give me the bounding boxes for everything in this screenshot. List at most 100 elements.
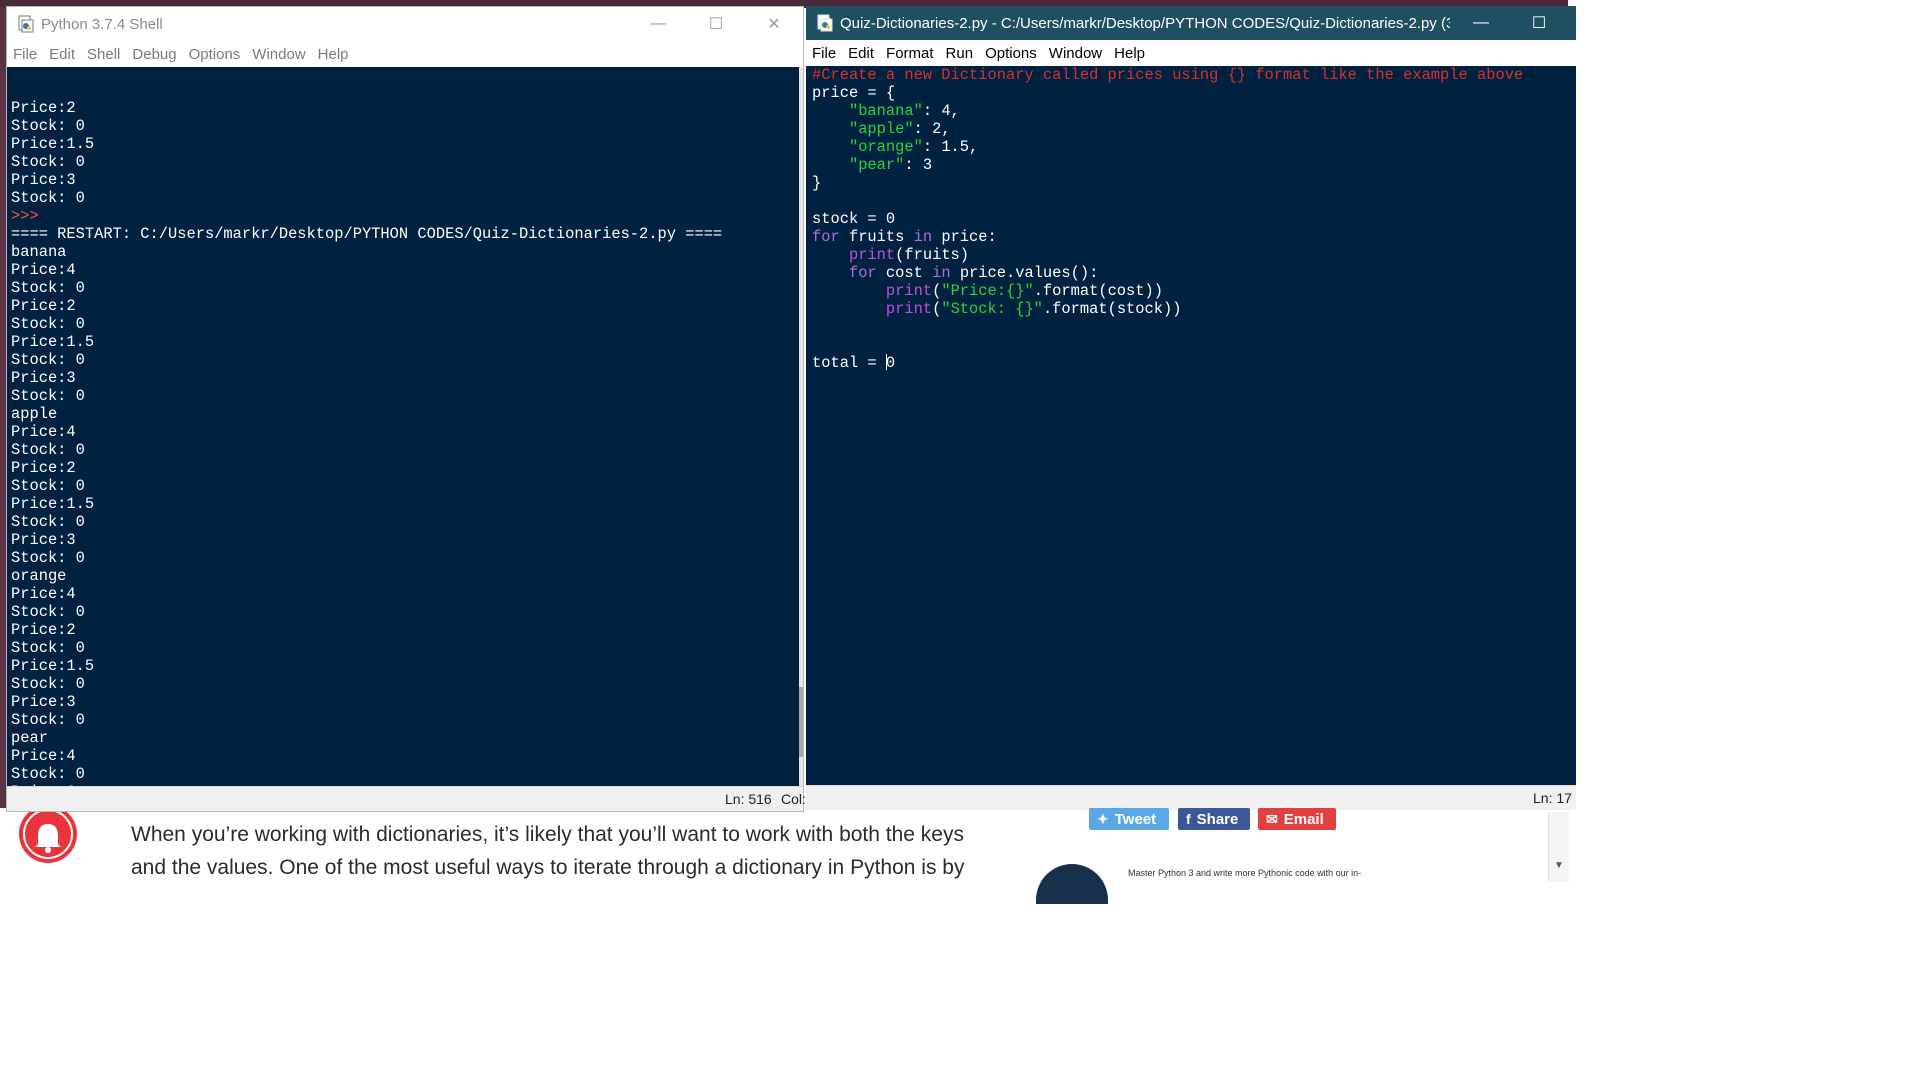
shell-output-line: Stock: 0 [11,549,85,567]
code-text: stock = 0 [812,210,896,228]
email-button[interactable]: ✉ Email [1258,808,1336,830]
email-label: Email [1283,810,1324,828]
menu-options[interactable]: Options [183,46,247,63]
menu-window[interactable]: Window [1043,45,1108,62]
shell-output-line: Price:4 [11,423,76,441]
shell-titlebar[interactable]: Python 3.7.4 Shell — ☐ ✕ [7,7,803,41]
promo-text: Master Python 3 and write more Pythonic … [1128,868,1362,878]
code-line: print("Price:{}".format(cost)) [812,282,1576,300]
python-shell-window[interactable]: Python 3.7.4 Shell — ☐ ✕ File Edit Shell… [6,6,806,812]
code-line: price = { [812,84,1576,102]
shell-output-line: Stock: 0 [11,441,85,459]
promo-avatar [1036,864,1108,904]
python-file-icon [817,14,833,32]
shell-output-line: Stock: 0 [11,477,85,495]
menu-run[interactable]: Run [940,45,980,62]
minimize-button[interactable]: — [629,7,687,41]
maximize-button[interactable]: ☐ [687,7,745,41]
editor-status-line: Ln: 17 [1533,790,1572,806]
code-text: (fruits) [895,246,970,264]
editor-title: Quiz-Dictionaries-2.py - C:/Users/markr/… [840,14,1450,32]
notification-bell-icon[interactable] [18,812,78,864]
code-text: } [812,174,822,192]
shell-output-line: Price:2 [11,99,76,117]
shell-status-line: Ln: 516 [725,791,772,807]
tweet-button[interactable]: ✦ Tweet [1089,808,1169,830]
minimize-button[interactable]: — [1452,6,1510,40]
page-scrollbar[interactable]: ▼ [1548,812,1569,882]
code-text: .format(stock)) [1042,300,1182,318]
code-text: fruits [839,228,914,246]
shell-status-col: Col: [781,791,806,807]
shell-menubar: File Edit Shell Debug Options Window Hel… [7,41,803,67]
code-comment: #Create a new Dictionary called prices u… [812,66,1524,84]
code-line: } [812,174,1576,192]
menu-file[interactable]: File [7,46,43,63]
shell-output-line: Price:1.5 [11,333,95,351]
menu-debug[interactable]: Debug [126,46,182,63]
code-line: "apple": 2, [812,120,1576,138]
shell-output-line: Stock: 0 [11,513,85,531]
menu-file[interactable]: File [806,45,842,62]
shell-output-line: Price:1.5 [11,495,95,513]
shell-output-line: Stock: 0 [11,117,85,135]
shell-output-line: Stock: 0 [11,603,85,621]
code-editor[interactable]: #Create a new Dictionary called prices u… [806,66,1576,786]
menu-edit[interactable]: Edit [43,46,81,63]
share-label: Share [1196,810,1239,828]
shell-output-line: Price:2 [11,297,76,315]
menu-format[interactable]: Format [880,45,940,62]
tweet-label: Tweet [1114,810,1157,828]
code-line: "pear": 3 [812,156,1576,174]
code-text: total = [812,354,886,372]
menu-options[interactable]: Options [979,45,1043,62]
menu-window[interactable]: Window [246,46,311,63]
code-text: cost [876,264,933,282]
code-line: total = 0 [812,354,1576,372]
shell-statusbar: Ln: 516 Col: [7,786,806,811]
shell-scrollbar[interactable] [799,67,803,789]
menu-help[interactable]: Help [312,46,355,63]
shell-output-line: Price:4 [11,261,76,279]
facebook-icon: f [1186,811,1191,827]
code-line: "banana": 4, [812,102,1576,120]
editor-menubar: File Edit Format Run Options Window Help [806,40,1576,66]
menu-help[interactable]: Help [1108,45,1151,62]
maximize-button[interactable]: ☐ [1510,6,1568,40]
shell-output-line: ==== RESTART: C:/Users/markr/Desktop/PYT… [11,225,723,243]
shell-output-line: Price:4 [11,747,76,765]
code-line: print("Stock: {}".format(stock)) [812,300,1576,318]
menu-shell[interactable]: Shell [81,46,126,63]
close-button[interactable]: ✕ [745,7,803,41]
shell-output-line: Price:3 [11,171,76,189]
shell-output-line: Price:1.5 [11,657,95,675]
menu-edit[interactable]: Edit [842,45,880,62]
code-string: "pear" [848,156,905,174]
code-text: : 1.5, [922,138,979,156]
article-text: When you’re working with dictionaries, i… [131,818,991,884]
article-line: and the values. One of the most useful w… [131,856,965,879]
code-string: "orange" [848,138,923,156]
scroll-down-icon[interactable]: ▼ [1554,860,1564,871]
shell-output-line: Stock: 0 [11,351,85,369]
code-text: ( [932,300,942,318]
code-text: 0 [885,354,896,372]
shell-output-line: Stock: 0 [11,639,85,657]
editor-titlebar[interactable]: Quiz-Dictionaries-2.py - C:/Users/markr/… [806,6,1576,40]
shell-output-line: orange [11,567,67,585]
article-line: When you’re working with dictionaries, i… [131,823,964,846]
editor-statusbar: Ln: 17 [806,785,1576,810]
shell-scrollbar-thumb[interactable] [799,687,803,757]
editor-window[interactable]: Quiz-Dictionaries-2.py - C:/Users/markr/… [806,6,1576,810]
code-line: for fruits in price: [812,228,1576,246]
code-text: .format(cost)) [1033,282,1163,300]
shell-prompt: >>> [11,207,48,225]
code-text: : 2, [913,120,951,138]
code-string: "Stock: {}" [941,300,1043,318]
code-text: price: [932,228,997,246]
shell-output-line: Stock: 0 [11,675,85,693]
shell-output[interactable]: Price:2 Stock: 0 Price:1.5 Stock: 0 Price:3 S… [7,67,800,789]
code-text: ( [932,282,942,300]
facebook-share-button[interactable]: f Share [1178,808,1250,830]
